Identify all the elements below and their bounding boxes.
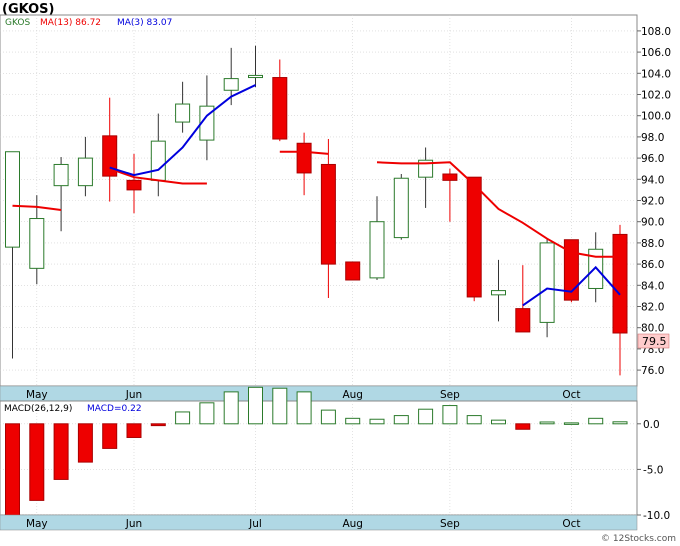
price-tick-label: 88.0 bbox=[641, 238, 664, 250]
macd-bar bbox=[515, 423, 531, 430]
candle bbox=[345, 261, 361, 281]
macd-bar bbox=[199, 402, 215, 425]
candle-body bbox=[369, 221, 385, 279]
macd-bar bbox=[345, 417, 361, 425]
macd-tick-label: -10.0 bbox=[643, 510, 670, 522]
candle bbox=[466, 176, 482, 302]
price-tick-label: 84.0 bbox=[641, 280, 664, 292]
macd-bar bbox=[29, 423, 45, 501]
price-tick-label: 98.0 bbox=[641, 132, 664, 144]
last-price-badge: 79.5 bbox=[637, 333, 670, 349]
month-label: Jun bbox=[125, 518, 142, 530]
macd-bar bbox=[223, 391, 239, 425]
candle-body bbox=[515, 308, 531, 333]
macd-bar bbox=[248, 386, 263, 425]
month-label: Jun bbox=[125, 389, 142, 401]
macd-bar bbox=[442, 405, 458, 425]
macd-bar bbox=[102, 423, 118, 449]
macd-bar bbox=[175, 411, 191, 425]
price-tick-label: 92.0 bbox=[641, 196, 664, 208]
macd-bar bbox=[588, 417, 604, 425]
macd-bar bbox=[563, 422, 579, 425]
month-label: Oct bbox=[562, 518, 580, 530]
candle-body bbox=[612, 233, 628, 334]
candle-body bbox=[539, 242, 555, 323]
price-tick-label: 80.0 bbox=[641, 323, 664, 335]
candle-body bbox=[175, 103, 191, 123]
price-tick-label: 76.0 bbox=[641, 365, 664, 377]
price-tick-label: 106.0 bbox=[641, 47, 671, 59]
macd-bar bbox=[296, 391, 312, 425]
month-label: Sep bbox=[440, 389, 460, 401]
macd-tick-label: 0.0 bbox=[643, 419, 660, 431]
macd-panel: 0.0 -5.0 -10.0 MACD(26,12,9) MACD=0.22 May… bbox=[0, 386, 670, 531]
macd-bar bbox=[418, 408, 434, 425]
candle-body bbox=[345, 261, 361, 281]
macd-bar bbox=[53, 423, 69, 480]
macd-bar bbox=[491, 419, 506, 425]
candle-body bbox=[126, 179, 142, 191]
legend-ma3: MA(3) 83.07 bbox=[117, 18, 172, 28]
stock-chart: (GKOS) 108.0106.0104.0102.0100.098.096.0… bbox=[0, 0, 680, 546]
last-price-label: 79.5 bbox=[642, 335, 667, 348]
candle bbox=[393, 174, 409, 240]
legend-symbol: GKOS bbox=[5, 18, 30, 28]
price-tick-label: 90.0 bbox=[641, 217, 664, 229]
macd-tick-label: -5.0 bbox=[643, 464, 664, 476]
legend-ma13: MA(13) 86.72 bbox=[40, 18, 101, 28]
price-tick-label: 96.0 bbox=[641, 153, 664, 165]
price-tick-label: 108.0 bbox=[641, 26, 671, 38]
macd-bar bbox=[126, 423, 142, 438]
price-tick-label: 102.0 bbox=[641, 90, 671, 102]
macd-bar bbox=[272, 387, 288, 425]
macd-bar bbox=[369, 418, 385, 425]
macd-bar bbox=[77, 423, 93, 463]
month-label: May bbox=[26, 389, 48, 401]
price-tick-label: 86.0 bbox=[641, 259, 664, 271]
macd-legend-value: MACD=0.22 bbox=[87, 404, 142, 414]
candle-body bbox=[29, 218, 45, 269]
macd-bar bbox=[539, 421, 555, 425]
price-tick-label: 82.0 bbox=[641, 302, 664, 314]
macd-bar bbox=[5, 423, 20, 519]
candle-body bbox=[320, 163, 336, 265]
price-panel: 108.0 106.0 104.0 102.0 100.0 98.0 96.0 94.0 92.… bbox=[0, 14, 671, 402]
watermark: © 12Stocks.com bbox=[601, 534, 676, 544]
candle-body bbox=[393, 177, 409, 239]
candle-body bbox=[466, 176, 482, 298]
macd-bar bbox=[150, 423, 166, 427]
price-legend: GKOS MA(13) 86.72 MA(3) 83.07 bbox=[5, 18, 172, 28]
month-label: Aug bbox=[342, 518, 363, 530]
price-tick-label: 104.0 bbox=[641, 68, 671, 80]
candle-body bbox=[53, 163, 69, 187]
candle-body bbox=[272, 77, 288, 140]
macd-bar bbox=[320, 409, 336, 425]
candle-body bbox=[223, 78, 239, 91]
macd-legend-label: MACD(26,12,9) bbox=[4, 404, 72, 414]
candle-body bbox=[296, 142, 312, 174]
month-label: May bbox=[26, 518, 48, 530]
price-tick-label: 94.0 bbox=[641, 174, 664, 186]
price-tick-label: 100.0 bbox=[641, 111, 671, 123]
candle-body bbox=[5, 151, 20, 248]
month-label: Sep bbox=[440, 518, 460, 530]
month-label: Jul bbox=[248, 518, 262, 530]
macd-bar bbox=[393, 415, 409, 425]
candle-body bbox=[150, 140, 166, 181]
macd-bar bbox=[612, 421, 628, 425]
candle-body bbox=[442, 173, 458, 181]
month-label: Aug bbox=[342, 389, 363, 401]
month-label: Oct bbox=[562, 389, 580, 401]
candle-body bbox=[248, 74, 263, 79]
candle-body bbox=[77, 157, 93, 187]
macd-bar bbox=[466, 415, 482, 425]
candle-body bbox=[491, 290, 506, 296]
